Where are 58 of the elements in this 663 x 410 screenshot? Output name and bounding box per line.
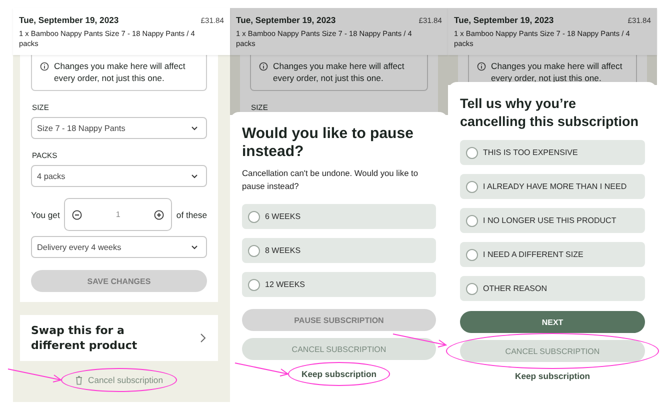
swap-title: Swap this for a different product: [31, 323, 138, 353]
radio-button[interactable]: [248, 278, 260, 290]
chevron-right-icon: [200, 333, 206, 343]
order-date: Tue, September 19, 2023: [236, 15, 336, 25]
dialog-title: Tell us why you’re cancelling this subscription: [460, 95, 640, 131]
minus-icon[interactable]: [72, 210, 82, 220]
radio-option[interactable]: 12 WEEKS: [242, 272, 436, 297]
radio-option[interactable]: OTHER REASON: [460, 276, 645, 301]
option-label: 12 WEEKS: [265, 280, 306, 289]
radio-button[interactable]: [466, 248, 478, 260]
notice-text: Changes you make here will affect every order, not just this one.: [54, 60, 186, 84]
radio-option[interactable]: I NEED A DIFFERENT SIZE: [460, 242, 645, 267]
chevron-down-icon: [191, 244, 198, 250]
radio-button[interactable]: [466, 146, 478, 158]
info-icon: [259, 62, 268, 71]
option-label: I NO LONGER USE THIS PRODUCT: [483, 216, 616, 225]
notice-text: Changes you make here will affect every order, not just this one.: [491, 60, 624, 84]
radio-option[interactable]: 8 WEEKS: [242, 238, 436, 263]
keep-link[interactable]: Keep subscription: [515, 371, 590, 381]
swap-card[interactable]: Swap this for a different product: [20, 315, 218, 361]
notice-text: Changes you make here will affect every order, not just this one.: [273, 60, 406, 84]
select-field[interactable]: Delivery every 4 weeks: [31, 236, 207, 258]
radio-option[interactable]: 6 WEEKS: [242, 204, 436, 229]
dialog-text: Cancellation can't be undone. Would you like to pause instead?: [242, 167, 420, 193]
primary-button[interactable]: NEXT: [460, 311, 645, 333]
option-label: I NEED A DIFFERENT SIZE: [483, 250, 584, 259]
trash-icon: [75, 375, 83, 385]
info-icon: [40, 62, 49, 71]
select-field[interactable]: 4 packs: [31, 165, 207, 187]
option-label: THIS IS TOO EXPENSIVE: [483, 148, 578, 157]
quantity-value: 1: [116, 210, 120, 219]
radio-button[interactable]: [466, 214, 478, 226]
select-field[interactable]: Size 7 - 18 Nappy Pants: [31, 117, 207, 139]
info-icon: [477, 62, 486, 71]
quantity-stepper[interactable]: 1: [64, 198, 172, 231]
order-date: Tue, September 19, 2023: [19, 15, 119, 25]
radio-option[interactable]: I NO LONGER USE THIS PRODUCT: [460, 208, 645, 233]
annotation-arrow: [234, 361, 290, 377]
chevron-down-icon: [191, 174, 198, 178]
keep-link[interactable]: Keep subscription: [302, 369, 376, 379]
chevron-down-icon: [191, 126, 198, 130]
radio-option[interactable]: I ALREADY HAVE MORE THAN I NEED: [460, 174, 645, 199]
option-label: 8 WEEKS: [265, 246, 301, 255]
order-date: Tue, September 19, 2023: [454, 15, 554, 25]
dialog-title: Would you like to pause instead?: [242, 125, 414, 161]
radio-button[interactable]: [248, 244, 260, 256]
option-label: OTHER REASON: [483, 284, 548, 293]
radio-option[interactable]: THIS IS TOO EXPENSIVE: [460, 140, 645, 165]
quantity-label: of these: [176, 210, 207, 220]
option-label: I ALREADY HAVE MORE THAN I NEED: [483, 182, 627, 191]
quantity-label: You get: [31, 210, 60, 220]
plus-icon[interactable]: [154, 210, 164, 220]
option-label: 6 WEEKS: [265, 212, 301, 221]
radio-button[interactable]: [248, 210, 260, 222]
radio-button[interactable]: [466, 282, 478, 294]
annotation-arrow: [7, 367, 63, 383]
radio-button[interactable]: [466, 180, 478, 192]
annotation-arrow: [392, 332, 448, 348]
